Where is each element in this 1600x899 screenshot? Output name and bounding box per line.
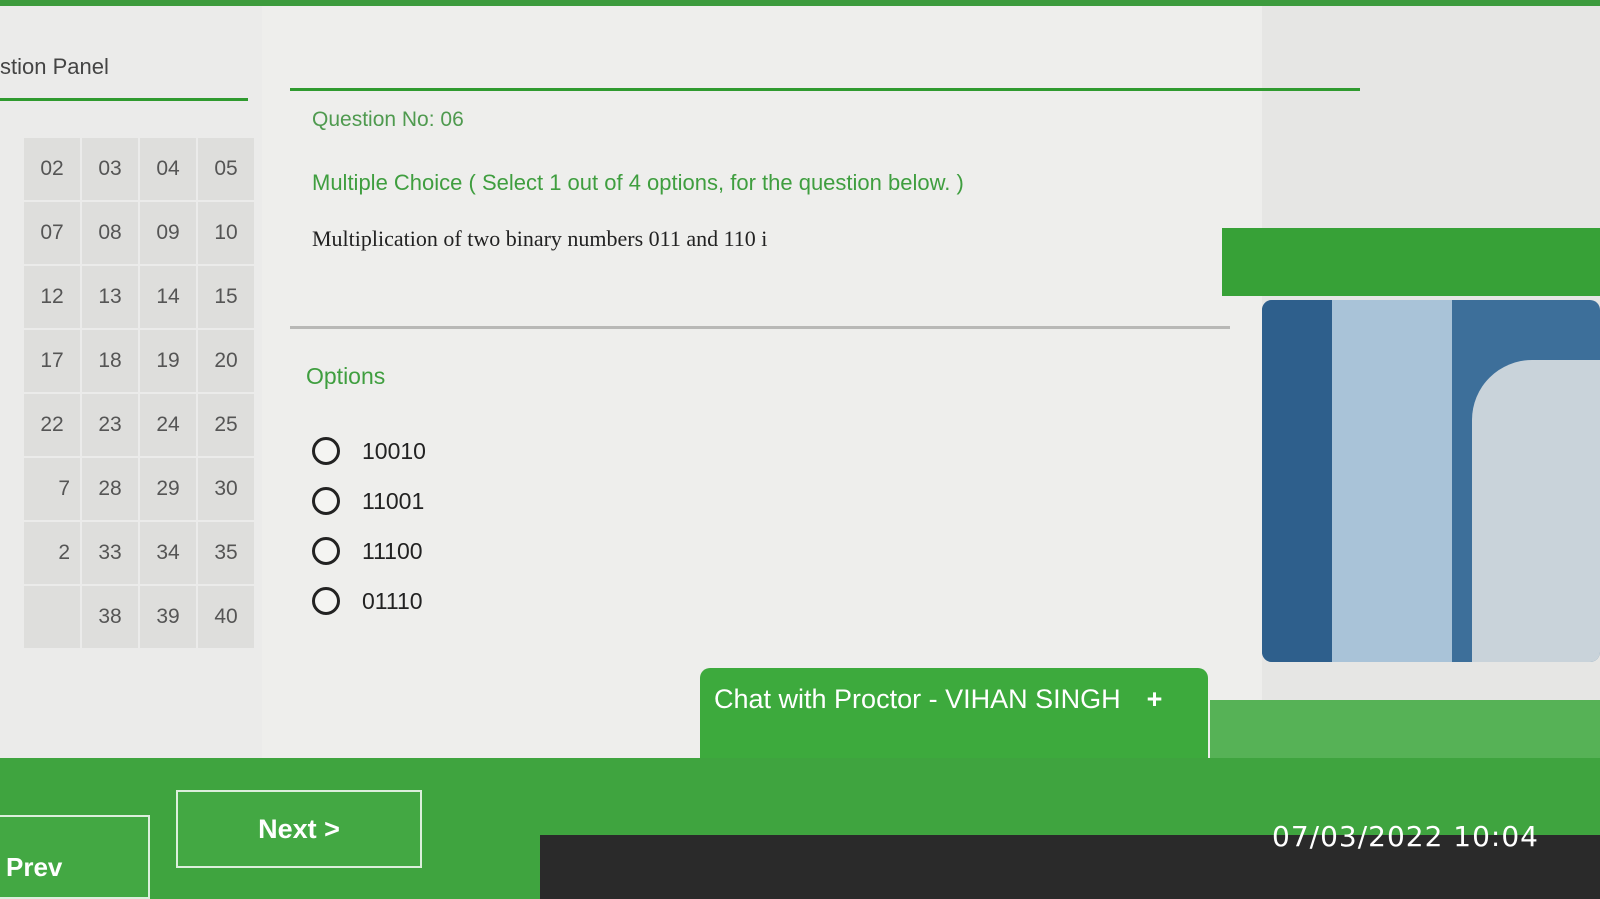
question-number-cell xyxy=(0,266,22,328)
question-number-cell[interactable]: 34 xyxy=(140,522,196,584)
question-number-cell[interactable]: 02 xyxy=(24,138,80,200)
webcam-feed xyxy=(1262,300,1600,662)
question-number-cell[interactable]: 07 xyxy=(24,202,80,264)
question-number-cell[interactable]: 09 xyxy=(140,202,196,264)
question-number-cell[interactable]: 33 xyxy=(82,522,138,584)
option-label: 11001 xyxy=(362,487,425,514)
question-number-cell[interactable] xyxy=(24,586,80,648)
question-grid: 02 03 04 05 07 08 09 10 12 13 14 15 17 1… xyxy=(0,138,254,648)
question-number-cell[interactable]: 04 xyxy=(140,138,196,200)
question-number-cell[interactable]: 13 xyxy=(82,266,138,328)
question-number-cell[interactable]: 24 xyxy=(140,394,196,456)
option-label: 10010 xyxy=(362,437,426,464)
question-number-cell[interactable]: 25 xyxy=(198,394,254,456)
radio-button[interactable] xyxy=(312,437,340,465)
webcam-background xyxy=(1262,300,1332,662)
question-panel: stion Panel 02 03 04 05 07 08 09 10 12 1… xyxy=(0,6,263,826)
question-number-cell[interactable]: 22 xyxy=(24,394,80,456)
question-number-cell[interactable]: 17 xyxy=(24,330,80,392)
question-number-cell xyxy=(0,522,22,584)
question-number-cell[interactable]: 2 xyxy=(24,522,80,584)
options-list: 10010 11001 11100 01110 xyxy=(312,426,426,626)
question-number-cell xyxy=(0,458,22,520)
prev-button[interactable]: Prev xyxy=(0,815,150,899)
option-3[interactable]: 11100 xyxy=(312,526,426,576)
panel-divider xyxy=(0,98,248,101)
question-number-cell[interactable]: 05 xyxy=(198,138,254,200)
question-number-cell xyxy=(0,586,22,648)
question-number-cell[interactable]: 18 xyxy=(82,330,138,392)
question-number-cell[interactable]: 40 xyxy=(198,586,254,648)
webcam-background xyxy=(1332,300,1452,662)
question-number-cell[interactable]: 28 xyxy=(82,458,138,520)
photo-timestamp: 07/03/2022 10:04 xyxy=(1272,820,1539,853)
option-2[interactable]: 11001 xyxy=(312,476,426,526)
question-number-cell[interactable]: 15 xyxy=(198,266,254,328)
options-title: Options xyxy=(306,363,386,389)
question-number-cell[interactable]: 23 xyxy=(82,394,138,456)
chat-with-proctor-button[interactable]: Chat with Proctor - VIHAN SINGH + xyxy=(700,668,1208,758)
question-divider xyxy=(290,326,1230,329)
question-number-cell[interactable]: 12 xyxy=(24,266,80,328)
question-number-cell xyxy=(0,138,22,200)
webcam-header xyxy=(1222,228,1600,296)
chat-label: Chat with Proctor - VIHAN SINGH xyxy=(714,684,1121,714)
radio-button[interactable] xyxy=(312,537,340,565)
question-number-cell[interactable]: 38 xyxy=(82,586,138,648)
question-number-cell[interactable]: 35 xyxy=(198,522,254,584)
webcam-person xyxy=(1472,360,1600,662)
question-number-cell[interactable]: 19 xyxy=(140,330,196,392)
question-panel-title: stion Panel xyxy=(0,54,109,79)
header-divider xyxy=(290,88,1360,91)
question-number-cell[interactable]: 29 xyxy=(140,458,196,520)
question-number-cell[interactable]: 7 xyxy=(24,458,80,520)
question-number-cell[interactable]: 20 xyxy=(198,330,254,392)
question-number-cell xyxy=(0,202,22,264)
question-number-cell[interactable]: 14 xyxy=(140,266,196,328)
option-1[interactable]: 10010 xyxy=(312,426,426,476)
plus-icon: + xyxy=(1146,684,1163,714)
radio-button[interactable] xyxy=(312,487,340,515)
option-label: 01110 xyxy=(362,587,423,614)
radio-button[interactable] xyxy=(312,587,340,615)
question-number-cell xyxy=(0,330,22,392)
question-text: Multiplication of two binary numbers 011… xyxy=(312,226,768,251)
question-type-label: Multiple Choice ( Select 1 out of 4 opti… xyxy=(312,170,964,195)
option-label: 11100 xyxy=(362,537,423,564)
option-4[interactable]: 01110 xyxy=(312,576,426,626)
question-number-cell[interactable]: 08 xyxy=(82,202,138,264)
next-button[interactable]: Next > xyxy=(176,790,422,868)
question-number-cell[interactable]: 10 xyxy=(198,202,254,264)
question-number-label: Question No: 06 xyxy=(312,108,464,131)
question-number-cell[interactable]: 30 xyxy=(198,458,254,520)
question-number-cell[interactable]: 03 xyxy=(82,138,138,200)
question-number-cell xyxy=(0,394,22,456)
question-number-cell[interactable]: 39 xyxy=(140,586,196,648)
